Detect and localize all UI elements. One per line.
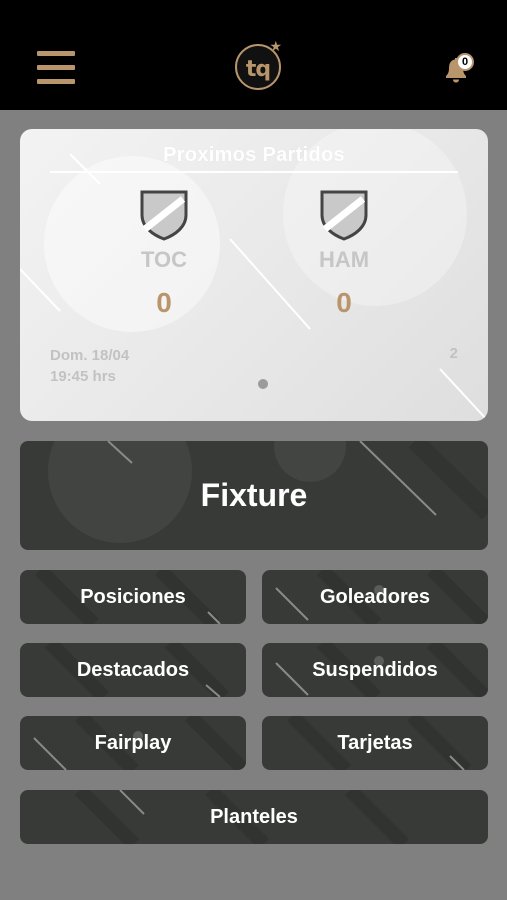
destacados-button[interactable]: Destacados <box>20 643 246 697</box>
posiciones-label: Posiciones <box>80 585 186 608</box>
posiciones-button[interactable]: Posiciones <box>20 570 246 624</box>
away-team: HAM 0 <box>299 189 389 319</box>
away-team-name: HAM <box>318 247 370 272</box>
planteles-button[interactable]: Planteles <box>20 790 488 844</box>
away-team-score: 0 <box>336 287 352 318</box>
suspendidos-label: Suspendidos <box>312 658 438 681</box>
fairplay-button[interactable]: Fairplay <box>20 716 246 770</box>
suspendidos-button[interactable]: Suspendidos <box>262 643 488 697</box>
tarjetas-label: Tarjetas <box>337 731 413 754</box>
pager-dot[interactable] <box>258 379 268 389</box>
planteles-label: Planteles <box>210 805 298 828</box>
shield-icon <box>320 190 368 241</box>
logo-star-icon: ★ <box>269 38 282 54</box>
next-match-card[interactable]: Proximos Partidos TOC 0 HAM 0 Dom. 18/04… <box>20 129 488 421</box>
top-bar: tq ★ 0 <box>0 0 507 110</box>
notifications-button[interactable]: 0 <box>438 52 474 88</box>
card-title: Proximos Partidos <box>163 144 345 166</box>
fixture-label: Fixture <box>200 477 308 513</box>
home-team: TOC 0 <box>119 189 209 319</box>
match-date: Dom. 18/04 <box>50 347 130 364</box>
goleadores-label: Goleadores <box>319 585 431 608</box>
hamburger-menu-icon[interactable] <box>37 51 75 85</box>
match-round: 2 <box>449 345 458 362</box>
goleadores-button[interactable]: Goleadores <box>262 570 488 624</box>
tarjetas-button[interactable]: Tarjetas <box>262 716 488 770</box>
match-datetime: Dom. 18/04 19:45 hrs <box>50 345 129 387</box>
fairplay-label: Fairplay <box>94 731 172 754</box>
app-logo: tq ★ <box>235 38 282 90</box>
home-team-score: 0 <box>156 287 172 318</box>
fixture-button[interactable]: Fixture <box>20 441 488 550</box>
notification-count-badge: 0 <box>456 53 474 71</box>
destacados-label: Destacados <box>76 658 190 681</box>
match-time: 19:45 hrs <box>50 368 116 385</box>
card-divider <box>50 171 458 173</box>
shield-icon <box>140 190 188 241</box>
home-team-name: TOC <box>140 247 188 272</box>
